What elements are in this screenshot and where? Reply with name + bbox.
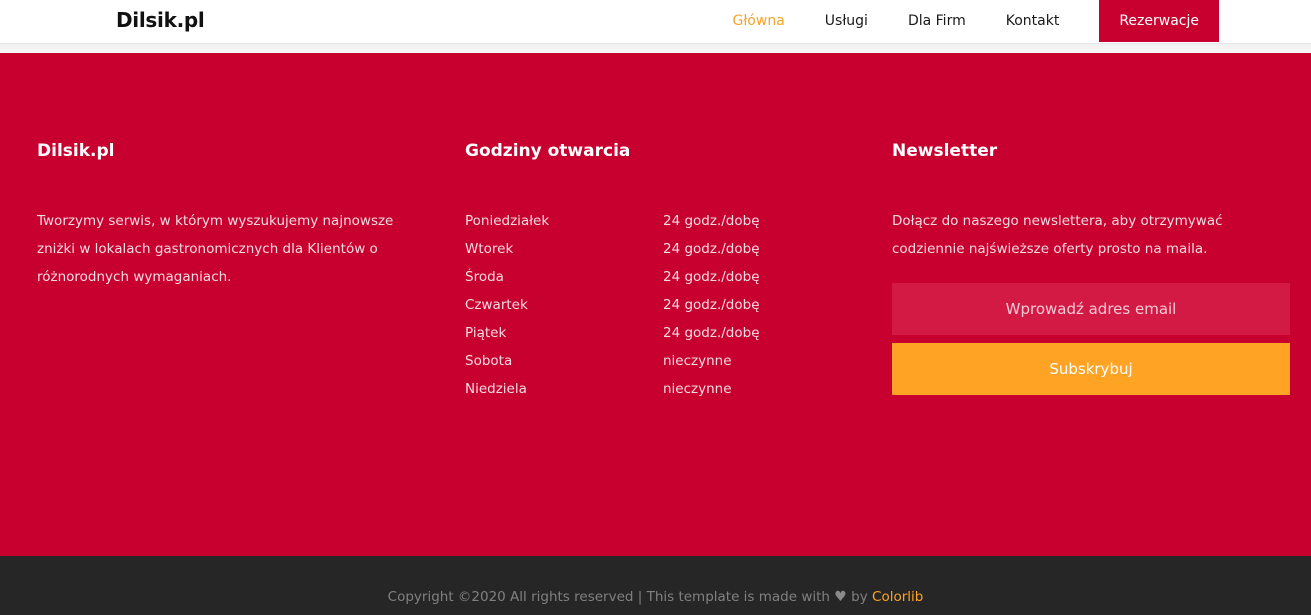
footer-opening-hours: Godziny otwarcia Poniedziałek 24 godz./d… xyxy=(465,141,825,403)
nav-item-uslugi[interactable]: Usługi xyxy=(825,13,868,29)
hours-value: nieczynne xyxy=(663,381,732,397)
hours-value: 24 godz./dobę xyxy=(663,297,760,313)
nav-item-glowna[interactable]: Główna xyxy=(732,13,784,29)
subscribe-button[interactable]: Subskrybuj xyxy=(892,343,1290,395)
heart-icon: ♥ xyxy=(834,589,847,605)
about-title: Dilsik.pl xyxy=(37,141,115,161)
hours-day: Środa xyxy=(465,269,504,285)
newsletter-text: Dołącz do naszego newslettera, aby otrzy… xyxy=(892,213,1223,257)
navbar-shadow xyxy=(0,44,1311,53)
newsletter-email-input[interactable] xyxy=(892,283,1290,335)
nav-item-kontakt[interactable]: Kontakt xyxy=(1006,13,1060,29)
footer-about: Dilsik.pl Tworzymy serwis, w którym wysz… xyxy=(37,141,417,291)
footer-bottom: Copyright ©2020 All rights reserved | Th… xyxy=(0,556,1311,615)
hours-day: Piątek xyxy=(465,325,507,341)
hours-row: Czwartek 24 godz./dobę xyxy=(465,291,825,319)
copyright-by: by xyxy=(851,589,868,605)
hours-row: Sobota nieczynne xyxy=(465,347,825,375)
hours-day: Wtorek xyxy=(465,241,514,257)
hours-row: Niedziela nieczynne xyxy=(465,375,825,403)
about-text: Tworzymy serwis, w którym wyszukujemy na… xyxy=(37,213,394,285)
hours-value: 24 godz./dobę xyxy=(663,241,760,257)
footer-newsletter: Newsletter Dołącz do naszego newslettera… xyxy=(892,141,1290,395)
hours-list: Poniedziałek 24 godz./dobę Wtorek 24 god… xyxy=(465,207,825,403)
hours-row: Środa 24 godz./dobę xyxy=(465,263,825,291)
reservations-button[interactable]: Rezerwacje xyxy=(1099,0,1219,42)
hours-day: Czwartek xyxy=(465,297,528,313)
hours-day: Niedziela xyxy=(465,381,527,397)
top-navbar: Dilsik.pl Główna Usługi Dla Firm Kontakt… xyxy=(0,0,1311,44)
footer-main: Dilsik.pl Tworzymy serwis, w którym wysz… xyxy=(0,53,1311,556)
copyright-text: Copyright ©2020 All rights reserved | Th… xyxy=(0,589,1311,605)
hours-value: 24 godz./dobę xyxy=(663,269,760,285)
hours-value: 24 godz./dobę xyxy=(663,213,760,229)
hours-title: Godziny otwarcia xyxy=(465,141,631,161)
main-nav: Główna Usługi Dla Firm Kontakt Rezerwacj… xyxy=(692,0,1219,42)
hours-row: Piątek 24 godz./dobę xyxy=(465,319,825,347)
hours-value: nieczynne xyxy=(663,353,732,369)
copyright-prefix: Copyright ©2020 All rights reserved | Th… xyxy=(387,589,830,605)
colorlib-link[interactable]: Colorlib xyxy=(872,589,923,605)
hours-row: Poniedziałek 24 godz./dobę xyxy=(465,207,825,235)
brand-logo[interactable]: Dilsik.pl xyxy=(116,8,205,32)
hours-row: Wtorek 24 godz./dobę xyxy=(465,235,825,263)
hours-day: Poniedziałek xyxy=(465,213,550,229)
hours-day: Sobota xyxy=(465,353,513,369)
nav-item-dla-firm[interactable]: Dla Firm xyxy=(908,13,966,29)
newsletter-title: Newsletter xyxy=(892,141,998,161)
hours-value: 24 godz./dobę xyxy=(663,325,760,341)
